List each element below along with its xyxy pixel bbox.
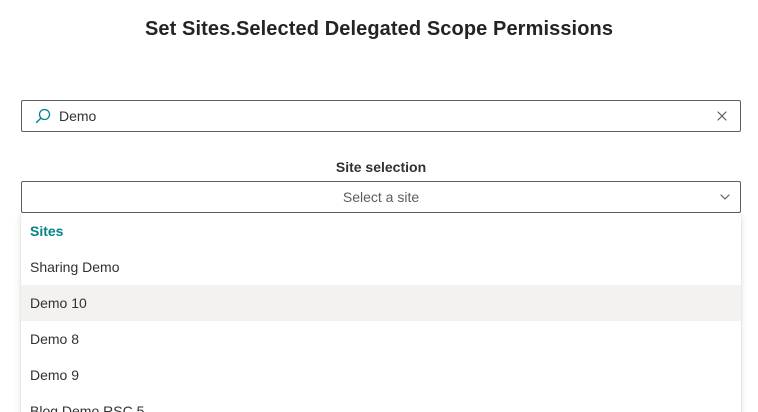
chevron-down-icon — [718, 190, 732, 204]
list-item[interactable]: Blog Demo RSC 5 — [21, 393, 741, 412]
page: Set Sites.Selected Delegated Scope Permi… — [0, 0, 758, 412]
list-item[interactable]: Demo 10 — [21, 285, 741, 321]
close-icon[interactable] — [714, 108, 730, 124]
list-item[interactable]: Demo 9 — [21, 357, 741, 393]
list-item[interactable]: Sharing Demo — [21, 249, 741, 285]
group-header-sites: Sites — [30, 223, 64, 239]
page-title: Set Sites.Selected Delegated Scope Permi… — [144, 18, 614, 40]
list-item[interactable]: Demo 8 — [21, 321, 741, 357]
site-dropdown-list: Sites Sharing Demo Demo 10 Demo 8 Demo 9… — [21, 213, 741, 412]
search-icon — [35, 108, 51, 124]
site-dropdown[interactable]: Select a site — [21, 181, 741, 213]
site-dropdown-placeholder: Select a site — [342, 189, 420, 205]
search-box[interactable] — [21, 100, 741, 132]
site-selection-label: Site selection — [335, 159, 427, 175]
search-input[interactable] — [59, 102, 714, 130]
